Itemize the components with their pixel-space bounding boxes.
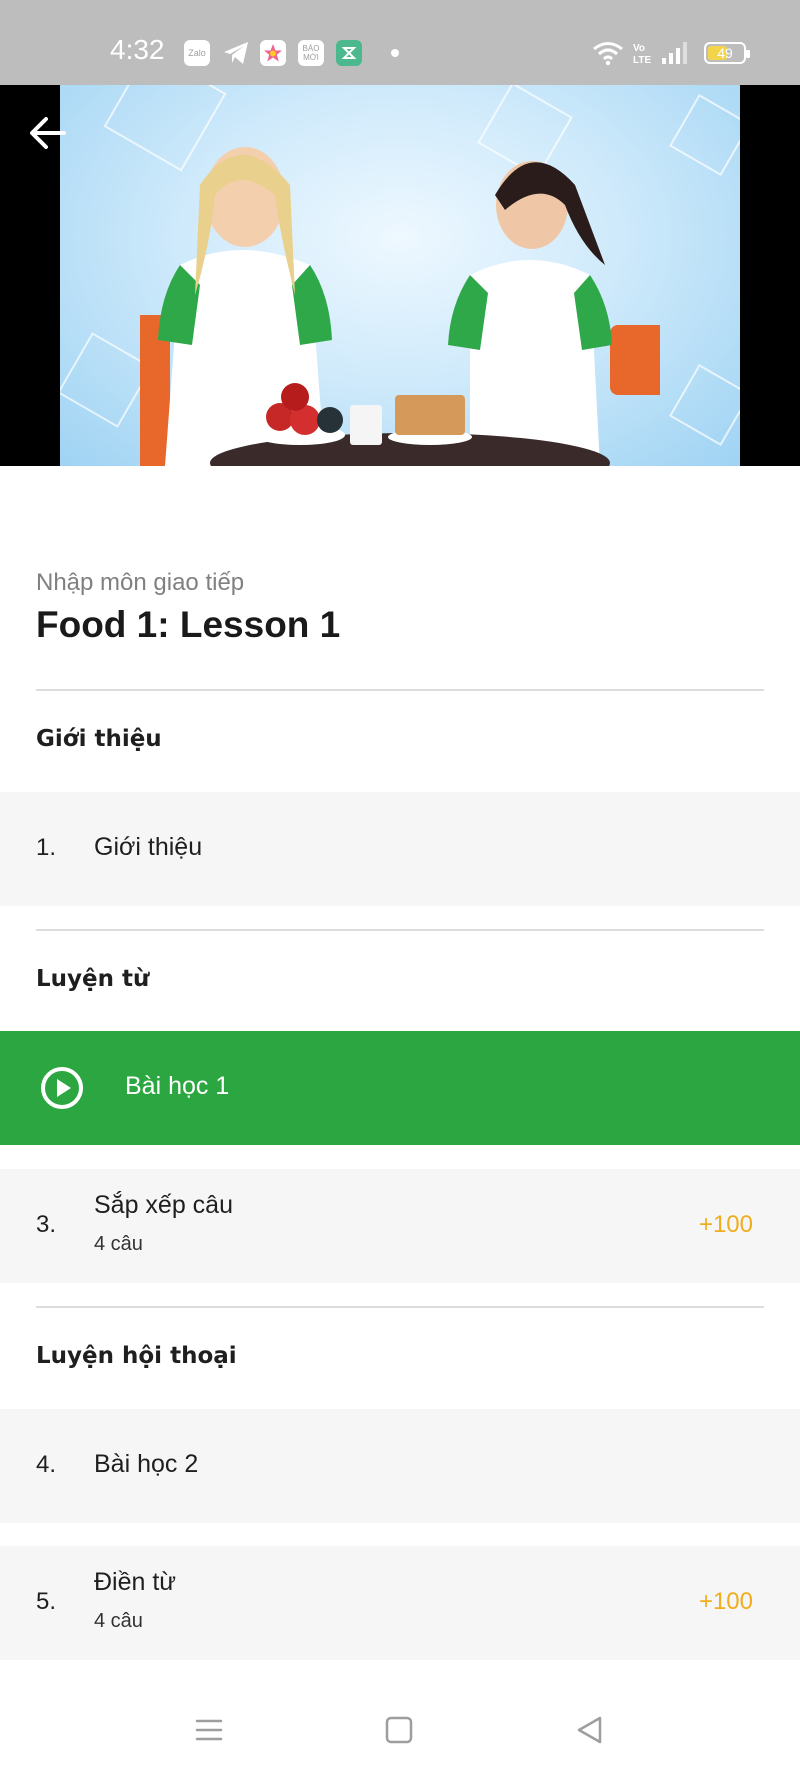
lesson-item-active[interactable]: Bài học 1	[0, 1031, 800, 1145]
home-square-icon[interactable]	[381, 1712, 417, 1748]
lesson-item-label: Giới thiệu	[94, 833, 203, 861]
arrow-left-icon[interactable]	[26, 111, 70, 155]
lesson-item-arrange[interactable]: 3. Sắp xếp câu 4 câu +100	[0, 1169, 800, 1283]
signal-icon	[662, 42, 687, 64]
lesson-item-label: Điền từ	[94, 1568, 177, 1596]
play-circle-icon	[41, 1067, 83, 1109]
app-icon	[336, 40, 362, 66]
lesson-item-dialogue[interactable]: 4. Bài học 2	[0, 1409, 800, 1523]
video-player[interactable]	[0, 85, 800, 466]
lesson-item-label: Bài học 2	[94, 1450, 199, 1478]
telegram-icon	[224, 42, 248, 64]
lesson-item-label: Sắp xếp câu	[94, 1191, 233, 1219]
lesson-item-label: Bài học 1	[125, 1072, 230, 1100]
lesson-item-points: +100	[698, 1211, 753, 1238]
battery-icon: 49	[704, 42, 750, 64]
section-title-intro: Giới thiệu	[36, 726, 162, 752]
lesson-item-count: 4 câu	[94, 1610, 143, 1632]
zalo-icon: Zalo	[184, 40, 210, 66]
back-triangle-icon[interactable]	[572, 1712, 608, 1748]
lesson-item-number: 1.	[36, 834, 57, 861]
photos-icon	[260, 40, 286, 66]
lesson-item-number: 5.	[36, 1588, 57, 1615]
status-time: 4:32	[110, 34, 165, 65]
lesson-title: Food 1: Lesson 1	[36, 604, 341, 645]
divider	[36, 929, 764, 931]
lesson-item-points: +100	[698, 1588, 753, 1615]
section-title-vocab: Luyện từ	[36, 966, 150, 992]
zalo-badge-text: Zalo	[188, 48, 206, 58]
battery-level: 49	[717, 45, 733, 61]
notification-dot	[391, 49, 399, 57]
lesson-item-number: 4.	[36, 1451, 57, 1478]
lesson-item-number: 3.	[36, 1211, 57, 1238]
divider	[36, 1306, 764, 1308]
food-props	[255, 383, 472, 445]
wifi-icon	[593, 42, 623, 66]
baomoi-icon: BÁO MỚI	[298, 40, 324, 66]
baomoi-badge-text: BÁO MỚI	[302, 44, 320, 62]
volte-icon: Vo LTE	[633, 43, 651, 66]
lesson-item-count: 4 câu	[94, 1233, 143, 1255]
status-bar: 4:32 Zalo BÁO MỚI Vo LTE 49	[0, 0, 800, 85]
divider	[36, 689, 764, 691]
navigation-bar	[0, 1680, 800, 1776]
course-name: Nhập môn giao tiếp	[36, 569, 245, 596]
svg-text:Vo: Vo	[633, 43, 645, 54]
menu-icon[interactable]	[191, 1712, 227, 1748]
lesson-item-intro[interactable]: 1. Giới thiệu	[0, 792, 800, 906]
lesson-item-fill[interactable]: 5. Điền từ 4 câu +100	[0, 1546, 800, 1660]
video-thumbnail[interactable]	[60, 85, 740, 466]
section-title-dialogue: Luyện hội thoại	[36, 1343, 237, 1369]
svg-text:LTE: LTE	[633, 55, 651, 66]
